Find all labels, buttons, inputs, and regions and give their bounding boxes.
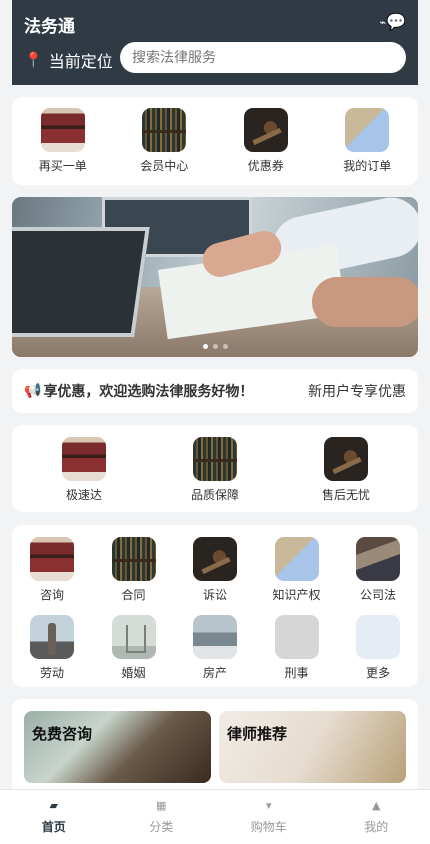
tile-label: 我的订单 [343,159,392,173]
books-image [62,437,106,481]
document-image [345,108,390,152]
bookshelf-image [142,108,187,152]
gavel-image [243,108,288,152]
document-image [274,537,319,581]
tile-label: 婚姻 [121,666,146,680]
cart-icon: ▾ [265,798,272,812]
coupons-button[interactable]: 优惠券 [226,108,306,174]
after-sales-item[interactable]: 售后无忧 [306,437,386,503]
location-label: 当前定位 [48,52,113,71]
office-image [356,537,400,581]
chat-icon[interactable]: 💬 [386,12,406,31]
tile-label: 公司法 [359,588,396,602]
tile-label: 咨询 [39,588,64,602]
promo-title: 律师推荐 [227,725,288,743]
tab-home[interactable]: ▰ 首页 [0,790,108,844]
tile-label: 房产 [202,666,227,680]
carousel-dot[interactable] [212,344,218,349]
grid-icon: ▦ [156,798,167,812]
bookshelf-image [111,537,156,581]
fast-delivery-item[interactable]: 极速达 [44,437,124,503]
books-image [40,108,85,152]
banner-hand [312,277,418,327]
tab-profile[interactable]: ▲ 我的 [323,790,430,844]
my-orders-button[interactable]: 我的订单 [327,108,407,174]
tile-label: 诉讼 [202,588,227,602]
books-image [30,537,74,581]
promo-title: 免费咨询 [32,725,93,743]
features-card: 极速达 品质保障 售后无忧 [12,425,418,512]
notice-text: 享优惠，欢迎选购法律服务好物！ [43,384,254,400]
category-contract[interactable]: 合同 [94,537,174,603]
tile-label: 会员中心 [140,159,189,173]
tab-label: 分类 [149,819,174,834]
category-consult[interactable]: 咨询 [12,537,92,603]
banner-laptop [12,227,150,337]
bottom-tab-bar: ▰ 首页 ▦ 分类 ▾ 购物车 ▲ 我的 [0,789,430,844]
statue-image [30,615,74,659]
notice-bar[interactable]: 📢 享优惠，欢迎选购法律服务好物！ 新用户专享优惠 [12,369,418,413]
tile-label: 知识产权 [272,588,321,602]
location-selector[interactable]: 📍 当前定位 [24,48,113,72]
tile-label: 更多 [365,666,390,680]
tab-cart[interactable]: ▾ 购物车 [215,790,323,844]
speaker-icon: 📢 [24,383,42,399]
scale-image [111,615,156,659]
location-pin-icon: 📍 [24,51,43,69]
tab-category[interactable]: ▦ 分类 [108,790,216,844]
carousel-dot[interactable] [222,344,228,349]
app-title: 法务通 [24,17,75,37]
hero-banner[interactable] [12,197,418,357]
gavel-image [324,437,368,481]
tile-label: 刑事 [284,666,309,680]
category-marriage[interactable]: 婚姻 [94,615,174,681]
app-header: 法务通 ⌁💬 📍 当前定位 [12,0,418,85]
new-user-offer-link[interactable]: 新用户专享优惠 [308,381,406,401]
categories-card: 咨询 合同 诉讼 知识产权 公司法 劳动 婚姻 房产 刑事 更多 [12,525,418,687]
category-criminal[interactable]: 刑事 [257,615,337,681]
member-center-button[interactable]: 会员中心 [124,108,204,174]
placeholder-image [356,615,400,659]
quick-actions-card: 再买一单 会员中心 优惠券 我的订单 [12,97,418,185]
category-more[interactable]: 更多 [338,615,418,681]
reorder-button[interactable]: 再买一单 [23,108,103,174]
free-consult-card[interactable]: 免费咨询 [24,711,211,783]
header-icons: ⌁💬 [379,12,406,31]
tab-label: 购物车 [250,819,287,834]
bookshelf-image [193,437,237,481]
tile-label: 劳动 [39,666,64,680]
placeholder-image [274,615,319,659]
gavel-image [193,537,237,581]
tile-label: 售后无忧 [321,488,370,502]
category-ip[interactable]: 知识产权 [257,537,337,603]
search-input[interactable] [120,42,406,73]
home-icon: ▰ [49,798,58,812]
tile-label: 再买一单 [38,159,87,173]
tab-label: 我的 [364,819,389,834]
user-icon: ▲ [372,798,381,812]
laptop-image [193,615,237,659]
tile-label: 优惠券 [247,159,284,173]
category-property[interactable]: 房产 [175,615,255,681]
category-labor[interactable]: 劳动 [12,615,92,681]
carousel-dots [12,344,418,349]
tile-label: 合同 [121,588,146,602]
quality-guarantee-item[interactable]: 品质保障 [175,437,255,503]
carousel-dot[interactable] [202,344,208,349]
tab-label: 首页 [41,819,66,834]
tile-label: 极速达 [65,488,102,502]
lawyer-recommend-card[interactable]: 律师推荐 [219,711,406,783]
category-corporate[interactable]: 公司法 [338,537,418,603]
category-litigation[interactable]: 诉讼 [175,537,255,603]
tile-label: 品质保障 [190,488,239,502]
